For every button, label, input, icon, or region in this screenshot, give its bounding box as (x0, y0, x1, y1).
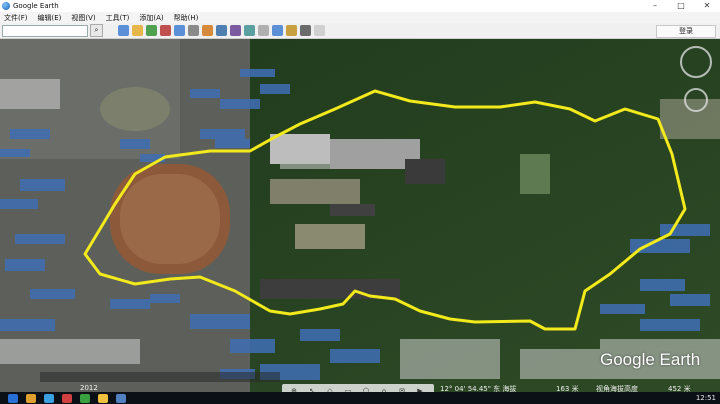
menu-help[interactable]: 帮助(H) (174, 13, 199, 23)
toolbar-tool-icon[interactable] (286, 25, 297, 36)
toolbar-tool-icon[interactable] (216, 25, 227, 36)
toolbar: ⌕ (0, 23, 720, 39)
toolbar-tool-icon[interactable] (118, 25, 129, 36)
toolbar-tool-icon[interactable] (314, 25, 325, 36)
imagery-year: 2012 (80, 384, 98, 392)
menu-add[interactable]: 添加(A) (139, 13, 163, 23)
toolbar-tool-icon[interactable] (244, 25, 255, 36)
toolbar-tool-icon[interactable] (132, 25, 143, 36)
elevation-readout: 163 米 (556, 385, 579, 393)
close-button[interactable]: ✕ (694, 0, 720, 12)
toolbar-tool-icon[interactable] (174, 25, 185, 36)
toolbar-tool-icon[interactable] (258, 25, 269, 36)
taskbar (0, 392, 720, 404)
search-input[interactable] (2, 24, 88, 37)
menu-bar: 文件(F) 编辑(E) 视图(V) 工具(T) 添加(A) 帮助(H) (0, 12, 720, 23)
taskbar-icons (0, 393, 126, 403)
toolbar-tool-icon[interactable] (300, 25, 311, 36)
toolbar-tool-icon[interactable] (202, 25, 213, 36)
toolbar-tool-icon[interactable] (272, 25, 283, 36)
login-button[interactable]: 登录 (656, 25, 716, 38)
menu-tools[interactable]: 工具(T) (106, 13, 130, 23)
menu-view[interactable]: 视图(V) (71, 13, 95, 23)
look-control[interactable] (684, 88, 708, 112)
google-earth-watermark: Google Earth (600, 350, 701, 369)
magnifier-icon: ⌕ (94, 26, 99, 34)
satellite-map-view[interactable] (0, 39, 720, 392)
taskbar-app-icon[interactable] (26, 393, 36, 403)
compass-control[interactable] (680, 46, 712, 78)
google-earth-app-icon (2, 2, 10, 10)
search-button[interactable]: ⌕ (90, 24, 103, 37)
toolbar-tool-icon[interactable] (230, 25, 241, 36)
taskbar-app-icon[interactable] (62, 393, 72, 403)
toolbar-tool-icon[interactable] (188, 25, 199, 36)
maximize-button[interactable]: □ (668, 0, 694, 12)
eye-alt-value: 452 米 (668, 385, 691, 393)
taskbar-app-icon[interactable] (44, 393, 54, 403)
toolbar-tools (115, 25, 325, 36)
coordinate-readout: 12° 04' 54.45" 东 海拔 (440, 385, 517, 393)
toolbar-tool-icon[interactable] (160, 25, 171, 36)
menu-file[interactable]: 文件(F) (4, 13, 28, 23)
taskbar-app-icon[interactable] (80, 393, 90, 403)
title-bar: Google Earth – □ ✕ (0, 0, 720, 12)
taskbar-app-icon[interactable] (8, 393, 18, 403)
taskbar-app-icon[interactable] (98, 393, 108, 403)
minimize-button[interactable]: – (642, 0, 668, 12)
taskbar-app-icon[interactable] (116, 393, 126, 403)
window-title: Google Earth (13, 2, 59, 10)
system-clock: 12:51 (695, 394, 716, 402)
eye-alt-label: 视角海拔高度 (596, 385, 638, 393)
menu-edit[interactable]: 编辑(E) (38, 13, 62, 23)
satellite-imagery (0, 39, 720, 392)
toolbar-tool-icon[interactable] (146, 25, 157, 36)
window-controls: – □ ✕ (642, 0, 720, 12)
